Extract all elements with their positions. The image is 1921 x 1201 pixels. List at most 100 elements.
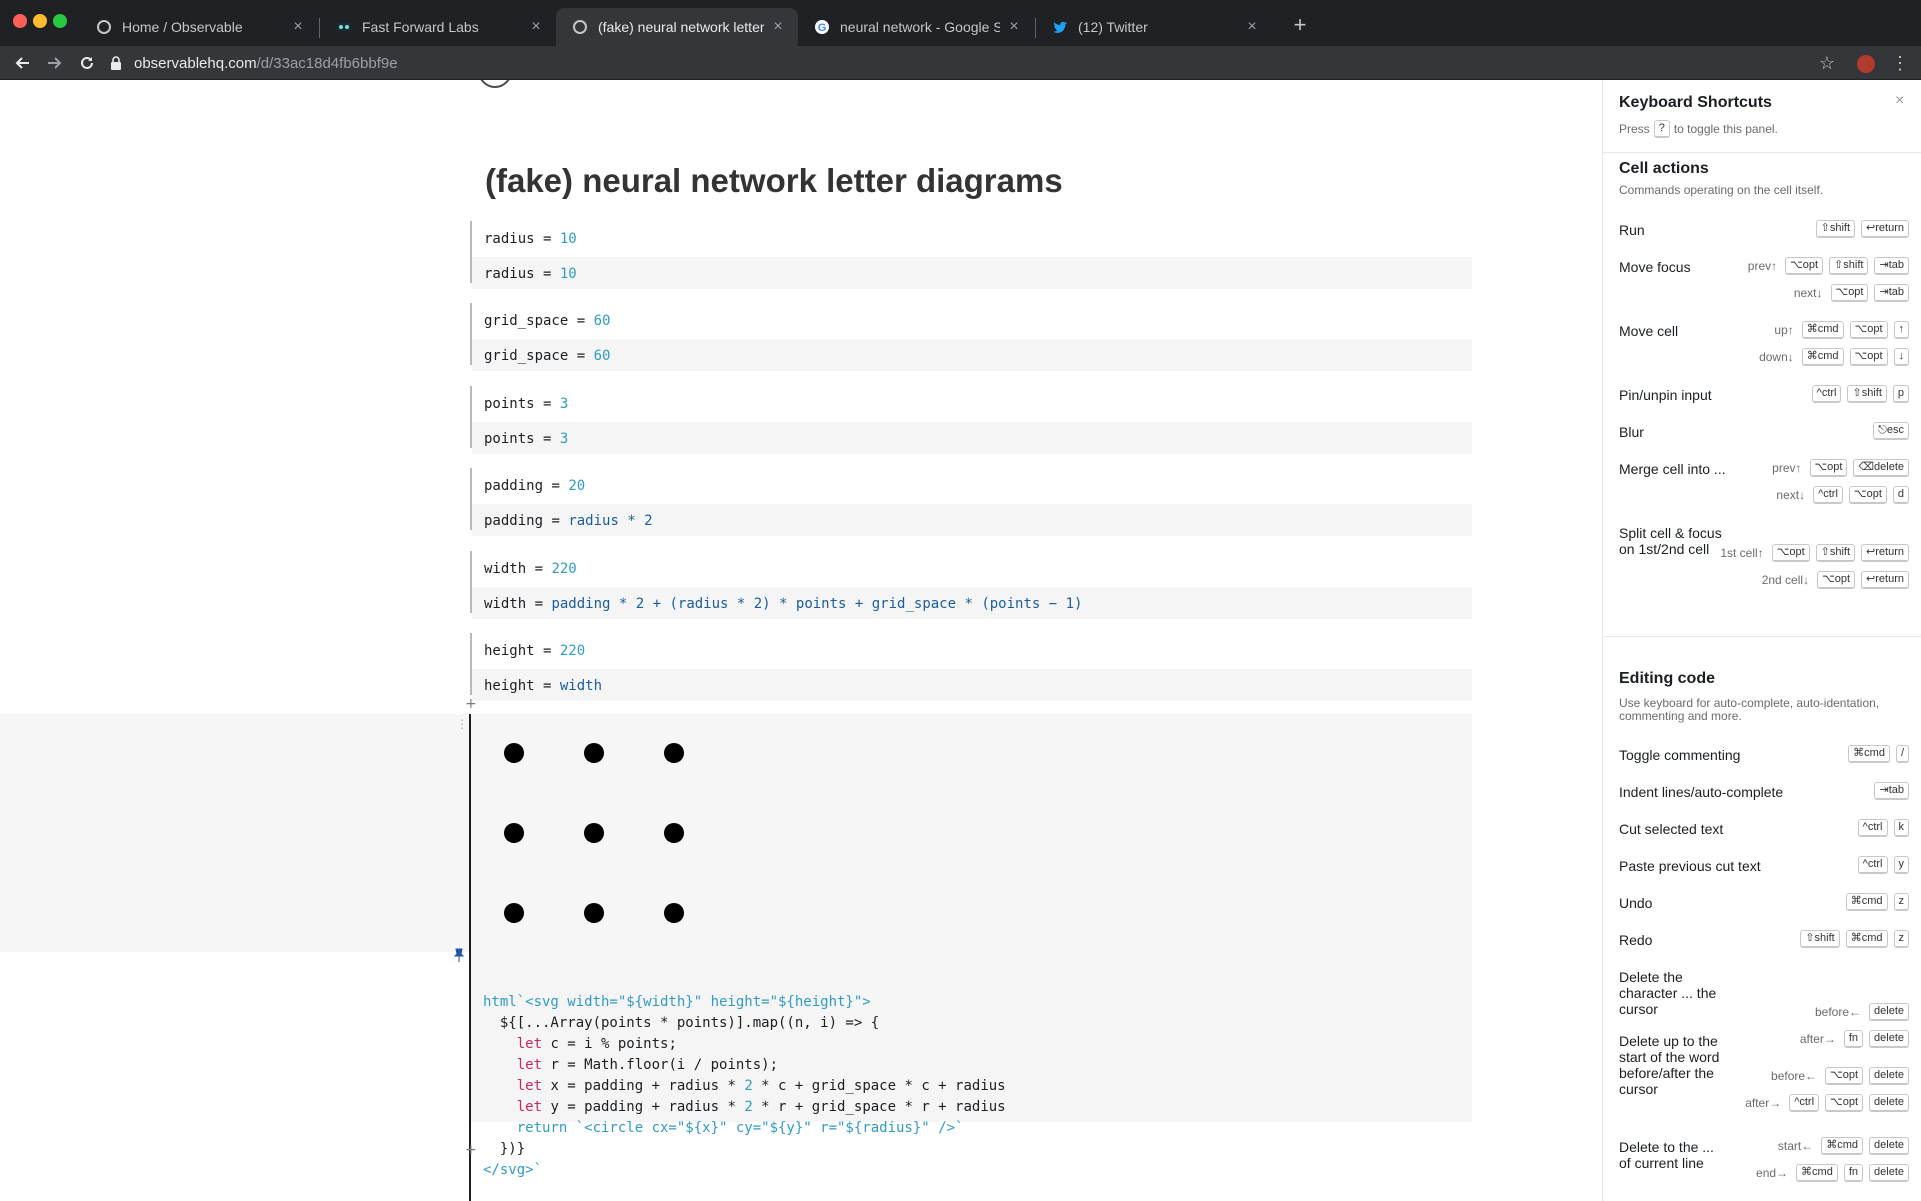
output-name: points: [484, 396, 535, 412]
notebook-cell[interactable]: height = 220 height = width: [470, 633, 1472, 701]
editing-code-desc: Use keyboard for auto-complete, auto-ide…: [1619, 696, 1880, 723]
source-name: points: [484, 431, 535, 447]
shortcut-keys: after→ ^ctrl ⌥opt delete: [1745, 1094, 1909, 1112]
notebook-cell[interactable]: points = 3 points = 3: [470, 386, 1472, 454]
cell-source-editor[interactable]: points = 3: [472, 422, 1472, 454]
grid-circle: [504, 743, 524, 763]
svg-cell-source-editor[interactable]: html`<svg width="${width}" height="${hei…: [471, 942, 1472, 1178]
key-cap: ⇥tab: [1874, 284, 1909, 302]
svg-cell-output-area: ⋮: [0, 714, 1472, 952]
shortcut-modifier: start←: [1777, 1139, 1814, 1153]
output-value: 220: [559, 643, 586, 659]
key-cap: y: [1893, 856, 1909, 874]
url-host: observablehq.com: [134, 54, 257, 72]
notebook-cell[interactable]: padding = 20 padding = radius * 2: [470, 468, 1472, 536]
svg-text:G: G: [818, 22, 827, 34]
key-cap: ⎋esc: [1873, 422, 1909, 440]
tab-close-icon[interactable]: ×: [770, 19, 786, 35]
grid-circle: [584, 743, 604, 763]
shortcut-keys: ⎋esc: [1873, 422, 1909, 440]
grid-circle: [584, 823, 604, 843]
new-tab-button[interactable]: +: [1287, 12, 1313, 38]
hint-suffix: to toggle this panel.: [1673, 122, 1778, 136]
browser-tab[interactable]: Home / Observable ×: [80, 8, 318, 46]
ffl-icon: [336, 19, 352, 35]
shortcut-label: Run: [1619, 222, 1645, 238]
output-value: 60: [593, 313, 611, 329]
key-cap: z: [1893, 930, 1909, 948]
tab-close-icon[interactable]: ×: [290, 19, 306, 35]
pin-icon[interactable]: [453, 948, 465, 965]
cell-source-editor[interactable]: grid_space = 60: [472, 339, 1472, 371]
source-name: grid_space: [484, 348, 569, 364]
window-zoom-button[interactable]: [53, 14, 67, 28]
forward-icon[interactable]: [41, 50, 67, 76]
lock-icon: [110, 56, 124, 70]
source-name: padding: [484, 513, 544, 529]
add-cell-icon[interactable]: +: [465, 1142, 477, 1158]
window-minimize-button[interactable]: [33, 14, 47, 28]
key-cap: ⌥opt: [1825, 1094, 1864, 1112]
reload-icon[interactable]: [74, 50, 100, 76]
tab-close-icon[interactable]: ×: [1244, 19, 1260, 35]
key-cap: ⌘cmd: [1848, 745, 1890, 763]
key-cap: ↓: [1893, 348, 1909, 366]
output-value: 3: [559, 396, 569, 412]
browser-tab[interactable]: G neural network - Google Searc ×: [798, 8, 1034, 46]
browser-tab[interactable]: Fast Forward Labs ×: [320, 8, 556, 46]
browser-tab-active[interactable]: (fake) neural network letter dia ×: [556, 8, 798, 46]
add-cell-icon[interactable]: +: [465, 696, 477, 712]
tab-close-icon[interactable]: ×: [1006, 19, 1022, 35]
profile-avatar[interactable]: [1857, 55, 1875, 73]
cell-menu-icon[interactable]: ⋮: [456, 718, 468, 730]
key-cap: k: [1893, 819, 1909, 837]
notebook-cell[interactable]: width = 220 width = padding * 2 + (radiu…: [470, 551, 1472, 619]
key-cap: ⌘cmd: [1801, 321, 1844, 339]
key-cap: ⇧shift: [1800, 930, 1840, 948]
cell-source-editor[interactable]: padding = radius * 2: [472, 504, 1472, 536]
window-close-button[interactable]: [13, 14, 27, 28]
circle-grid-output: [504, 743, 684, 923]
hint-prefix: Press: [1619, 122, 1650, 136]
source-expr: width: [559, 678, 603, 694]
shortcut-label: Delete to the ... of current line: [1619, 1139, 1714, 1171]
grid-circle: [664, 823, 684, 843]
cell-output: points = 3: [484, 396, 569, 412]
tab-close-icon[interactable]: ×: [528, 19, 544, 35]
bookmark-star-icon[interactable]: ☆: [1814, 50, 1840, 76]
back-icon[interactable]: [10, 50, 36, 76]
browser-tab[interactable]: (12) Twitter ×: [1036, 8, 1272, 46]
key-cap: ^ctrl: [1857, 856, 1888, 874]
shortcut-modifier: end→: [1756, 1166, 1789, 1180]
notebook-cell[interactable]: radius = 10 radius = 10: [470, 221, 1472, 289]
key-cap: ⌥opt: [1849, 348, 1888, 366]
cell-source-editor[interactable]: radius = 10: [472, 257, 1472, 289]
close-panel-icon[interactable]: ×: [1895, 92, 1904, 110]
browser-menu-icon[interactable]: ⋮: [1890, 50, 1910, 76]
source-name: radius: [484, 266, 535, 282]
shortcut-label: Toggle commenting: [1619, 747, 1741, 763]
key-cap: ^ctrl: [1813, 486, 1843, 504]
notebook-cell[interactable]: grid_space = 60 grid_space = 60: [470, 303, 1472, 371]
key-cap: delete: [1869, 1137, 1909, 1155]
shortcut-keys: 2nd cell↓ ⌥opt ↩return: [1762, 571, 1909, 589]
cell-source-editor[interactable]: width = padding * 2 + (radius * 2) * poi…: [472, 587, 1472, 619]
cell-source-editor[interactable]: height = width: [472, 669, 1472, 701]
tab-label: neural network - Google Searc: [840, 19, 1000, 35]
key-cap: ⌘cmd: [1821, 1137, 1864, 1155]
shortcut-label: Cut selected text: [1619, 821, 1724, 837]
shortcut-label: Blur: [1619, 424, 1644, 440]
code-line: let c = i % points;: [516, 1036, 677, 1052]
output-value: 20: [568, 478, 586, 494]
shortcut-modifier: before←: [1814, 1005, 1862, 1019]
key-cap: d: [1892, 486, 1909, 504]
key-cap: ⇧shift: [1815, 220, 1856, 238]
source-expr: 60: [593, 348, 611, 364]
key-cap: ⌥opt: [1817, 571, 1856, 589]
output-value: 10: [559, 231, 577, 247]
shortcut-keys: end→ ⌘cmd fn delete: [1756, 1164, 1909, 1182]
code-line: </svg>`: [483, 1162, 543, 1178]
shortcut-modifier: prev↑: [1772, 461, 1802, 475]
address-bar[interactable]: observablehq.com/d/33ac18d4fb6bbf9e: [110, 50, 1810, 76]
shortcut-keys: prev↑ ⌥opt ⌫delete: [1772, 459, 1909, 477]
